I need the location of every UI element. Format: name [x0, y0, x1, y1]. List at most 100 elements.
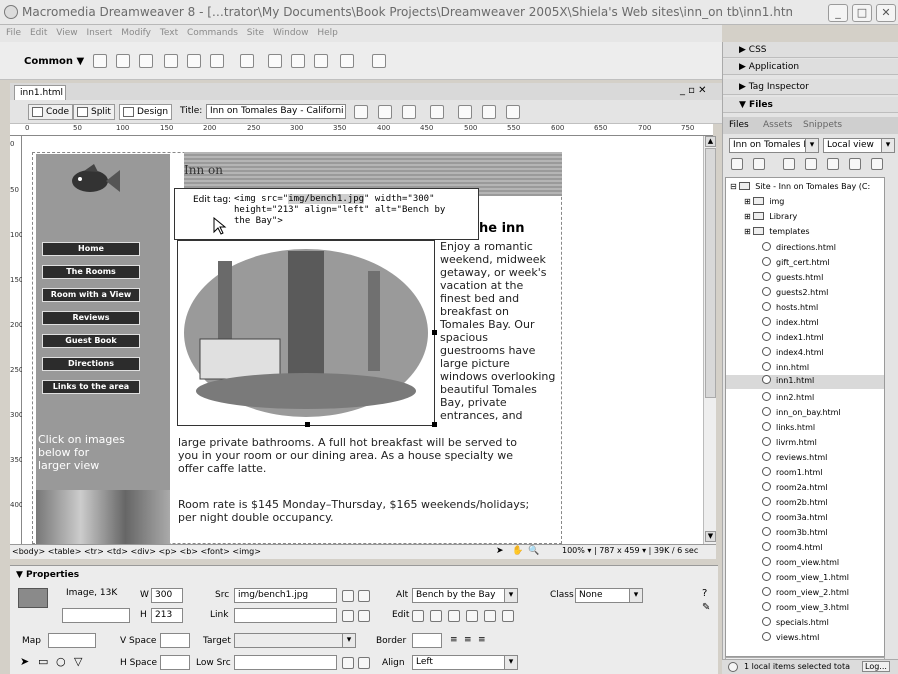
rectangle-hotspot-icon[interactable]: ▭	[38, 655, 48, 668]
height-input[interactable]: 213	[151, 608, 183, 623]
file-item[interactable]: room3a.html	[762, 512, 827, 522]
properties-title[interactable]: ▼ Properties	[16, 570, 79, 580]
preview-in-browser-icon[interactable]	[402, 105, 416, 119]
alt-input[interactable]: Bench by the Bay	[412, 588, 518, 603]
media-icon[interactable]	[240, 54, 254, 68]
nav-reviews-button[interactable]: Reviews	[42, 311, 140, 325]
align-left-icon[interactable]: ≡	[450, 635, 458, 645]
menu-file[interactable]: File	[6, 25, 21, 42]
help-icon[interactable]: ?	[702, 588, 707, 599]
file-item[interactable]: room4.html	[762, 542, 823, 552]
view-options-icon[interactable]	[482, 105, 496, 119]
low-src-point-icon[interactable]	[342, 657, 354, 669]
document-window-controls[interactable]: _ ▫ ✕	[680, 85, 707, 96]
link-browse-folder-icon[interactable]	[358, 610, 370, 622]
intro-paragraph[interactable]: Enjoy a romantic weekend, midweek getawa…	[440, 240, 560, 422]
menu-text[interactable]: Text	[160, 25, 178, 42]
resize-handle-corner[interactable]	[432, 422, 437, 427]
maximize-button[interactable]: □	[852, 4, 872, 22]
file-item[interactable]: room_view_3.html	[762, 602, 849, 612]
templates-icon[interactable]	[340, 54, 354, 68]
edit-tag-code[interactable]: <img src="img/bench1.jpg" width="300" he…	[234, 194, 474, 227]
file-management-icon[interactable]	[378, 105, 392, 119]
file-item[interactable]: specials.html	[762, 617, 829, 627]
application-panel-header[interactable]: ▶ Application	[723, 59, 898, 75]
image-name-input[interactable]	[62, 608, 130, 623]
check-in-icon[interactable]	[849, 158, 861, 170]
insert-category-dropdown[interactable]: Common ▼	[24, 56, 84, 67]
menu-window[interactable]: Window	[273, 25, 309, 42]
file-item[interactable]: directions.html	[762, 242, 836, 252]
align-select[interactable]: Left	[412, 655, 518, 670]
put-files-icon[interactable]	[805, 158, 817, 170]
thumbnail-image[interactable]	[36, 490, 170, 544]
tab-assets[interactable]: Assets	[763, 120, 792, 130]
refresh-icon[interactable]	[458, 105, 472, 119]
oval-hotspot-icon[interactable]: ○	[56, 655, 66, 668]
border-input[interactable]	[412, 633, 442, 648]
intro-paragraph-continued[interactable]: large private bathrooms. A full hot brea…	[178, 436, 568, 475]
site-root[interactable]: ⊟ Site - Inn on Tomales Bay (C:	[730, 182, 870, 191]
browse-folder-icon[interactable]	[358, 590, 370, 602]
quick-tag-editor[interactable]: Edit tag: <img src="img/bench1.jpg" widt…	[174, 188, 479, 240]
file-item[interactable]: livrm.html	[762, 437, 817, 447]
low-src-input[interactable]	[234, 655, 337, 670]
file-item[interactable]: views.html	[762, 632, 819, 642]
file-item[interactable]: room_view_2.html	[762, 587, 849, 597]
hspace-input[interactable]	[160, 655, 190, 670]
document-tab[interactable]: inn1.html	[14, 85, 66, 101]
edit-image-icon[interactable]	[412, 610, 424, 622]
css-panel-header[interactable]: ▶ CSS	[723, 42, 898, 58]
file-item[interactable]: gift_cert.html	[762, 257, 830, 267]
document-scrollbar[interactable]: ▲ ▼	[703, 136, 716, 544]
file-item[interactable]: index1.html	[762, 332, 824, 342]
table-icon[interactable]	[164, 54, 178, 68]
file-item[interactable]: room2a.html	[762, 482, 827, 492]
nav-room-with-a-view-button[interactable]: Room with a View	[42, 288, 140, 302]
get-files-icon[interactable]	[783, 158, 795, 170]
resample-icon[interactable]	[466, 610, 478, 622]
file-item[interactable]: inn.html	[762, 362, 809, 372]
visual-aids-icon[interactable]	[506, 105, 520, 119]
file-item[interactable]: reviews.html	[762, 452, 827, 462]
sharpen-icon[interactable]	[502, 610, 514, 622]
minimize-button[interactable]: _	[828, 4, 848, 22]
code-view-button[interactable]: Code	[28, 104, 74, 120]
link-input[interactable]	[234, 608, 337, 623]
point-to-file-icon[interactable]	[342, 590, 354, 602]
hyperlink-icon[interactable]	[93, 54, 107, 68]
split-view-button[interactable]: Split	[73, 104, 115, 120]
layer-icon[interactable]	[187, 54, 201, 68]
menu-site[interactable]: Site	[247, 25, 264, 42]
connect-icon[interactable]	[731, 158, 743, 170]
file-item[interactable]: room_view_1.html	[762, 572, 849, 582]
hand-tool-icon[interactable]: ✋	[512, 546, 523, 556]
tab-snippets[interactable]: Snippets	[803, 120, 842, 130]
nav-directions-button[interactable]: Directions	[42, 357, 140, 371]
file-item[interactable]: inn_on_bay.html	[762, 407, 841, 417]
vspace-input[interactable]	[160, 633, 190, 648]
pointer-hotspot-icon[interactable]: ➤	[20, 655, 29, 668]
close-button[interactable]: ✕	[876, 4, 896, 22]
nav-links-button[interactable]: Links to the area	[42, 380, 140, 394]
design-view-button[interactable]: Design	[119, 104, 173, 120]
folder-item[interactable]: ⊞ img	[744, 197, 784, 206]
zoom-level[interactable]: 100%	[562, 546, 585, 555]
tag-inspector-panel-header[interactable]: ▶ Tag Inspector	[723, 79, 898, 95]
link-point-to-file-icon[interactable]	[342, 610, 354, 622]
named-anchor-icon[interactable]	[139, 54, 153, 68]
file-item[interactable]: room3b.html	[762, 527, 828, 537]
low-src-folder-icon[interactable]	[358, 657, 370, 669]
bench-photo-image[interactable]	[177, 240, 435, 426]
log-button[interactable]: Log...	[862, 661, 890, 672]
file-item-selected[interactable]: inn1.html	[726, 375, 884, 389]
file-tree[interactable]: ⊟ Site - Inn on Tomales Bay (C: ⊞ img ⊞ …	[725, 177, 885, 657]
file-item[interactable]: index4.html	[762, 347, 824, 357]
comment-icon[interactable]	[314, 54, 328, 68]
email-link-icon[interactable]	[116, 54, 130, 68]
expand-icon[interactable]	[871, 158, 883, 170]
file-item[interactable]: room1.html	[762, 467, 823, 477]
edit-style-icon[interactable]: ✎	[702, 602, 710, 613]
crop-icon[interactable]	[448, 610, 460, 622]
images-icon[interactable]	[210, 54, 224, 68]
